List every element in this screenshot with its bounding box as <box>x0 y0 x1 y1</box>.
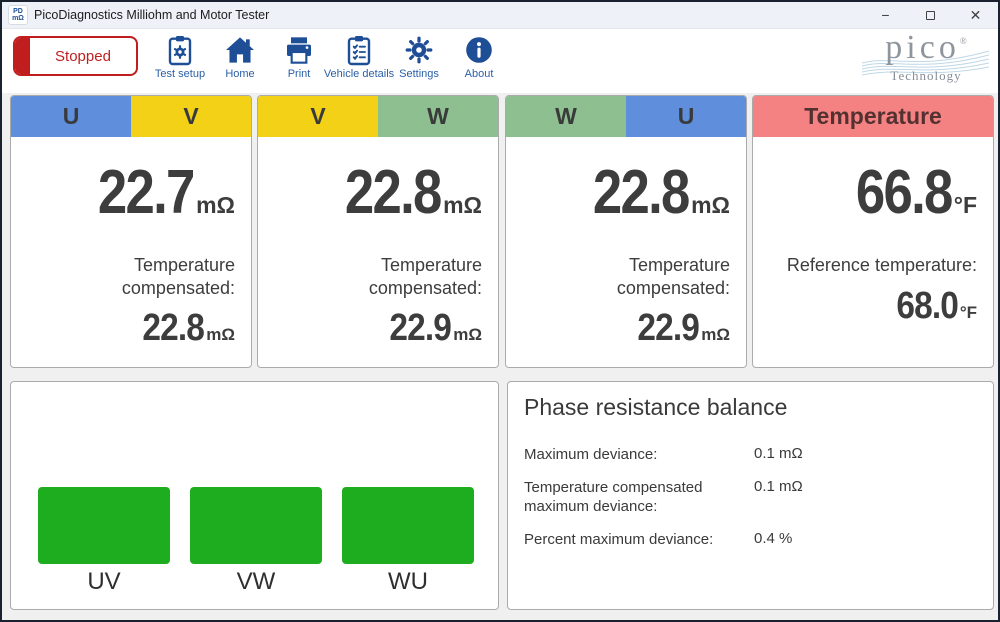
phase-label-v: V <box>258 96 378 137</box>
status-red-stripe <box>15 38 30 74</box>
panel-uv-body: 22.7mΩ Temperature compensated: 22.8 mΩ <box>11 157 251 350</box>
printer-icon <box>287 37 311 64</box>
app-icon-text-top: PD <box>13 8 23 15</box>
clipboard-gear-icon <box>168 36 192 66</box>
balance-row-max-deviance: Maximum deviance: 0.1 mΩ <box>524 445 977 465</box>
balance-row-comp-max-deviance: Temperature compensated maximum deviance… <box>524 478 977 517</box>
bar-wu <box>342 487 474 564</box>
uv-resistance-number: 22.7 <box>98 158 195 227</box>
toolbar-about-label: About <box>464 68 494 80</box>
measurement-panel-wu: W U 22.8mΩ Temperature compensated: 22.9… <box>505 95 747 368</box>
vw-resistance-value: 22.8mΩ <box>274 157 482 228</box>
wu-compensated-label: Temperature compensated: <box>616 255 730 298</box>
balance-row-value: 0.1 mΩ <box>754 445 803 462</box>
bar-label-wu: WU <box>388 568 428 595</box>
pico-technology-logo: pico® Technology <box>862 31 990 89</box>
wu-resistance-number: 22.8 <box>593 158 690 227</box>
temperature-header-label: Temperature <box>753 96 993 137</box>
temperature-number: 66.8 <box>855 158 953 227</box>
bar-uv <box>38 487 170 564</box>
uv-compensated-label: Temperature compensated: <box>121 255 235 298</box>
panel-uv-header: U V <box>11 96 251 137</box>
logo-sub: Technology <box>890 68 962 83</box>
phase-label-u: U <box>626 96 746 137</box>
app-icon-text-bottom: mΩ <box>12 15 24 22</box>
titlebar: PD mΩ PicoDiagnostics Milliohm and Motor… <box>2 2 998 29</box>
uv-compensated-value: 22.8 mΩ <box>27 307 235 350</box>
vw-compensated-value: 22.9 mΩ <box>274 307 482 350</box>
maximize-icon <box>926 10 935 20</box>
phase-label-v: V <box>131 96 251 137</box>
info-icon <box>466 37 492 63</box>
panel-wu-body: 22.8mΩ Temperature compensated: 22.9 mΩ <box>506 157 746 350</box>
temperature-value: 66.8°F <box>769 157 977 228</box>
registered-mark: ® <box>959 36 967 46</box>
bar-vw <box>190 487 322 564</box>
home-icon <box>226 37 254 63</box>
uv-resistance-unit: mΩ <box>196 192 235 218</box>
temperature-panel-body: 66.8°F Reference temperature: 68.0 °F <box>753 157 993 328</box>
window-controls: − ✕ <box>863 2 998 28</box>
stopped-status-button[interactable]: Stopped <box>13 36 138 76</box>
maximize-button[interactable] <box>908 2 953 28</box>
app-icon: PD mΩ <box>8 5 28 25</box>
wu-compensated-unit: mΩ <box>701 325 730 344</box>
temperature-panel-header: Temperature <box>753 96 993 137</box>
uv-resistance-value: 22.7mΩ <box>27 157 235 228</box>
bar-label-uv: UV <box>87 568 121 595</box>
gear-icon <box>405 36 433 64</box>
reference-temperature-label: Reference temperature: <box>786 255 977 275</box>
panel-vw-body: 22.8mΩ Temperature compensated: 22.9 mΩ <box>258 157 498 350</box>
vw-resistance-number: 22.8 <box>345 158 442 227</box>
balance-row-value: 0.4 % <box>754 529 793 547</box>
toolbar: Stopped Test setup Home Print Vehicle de… <box>2 29 998 93</box>
measurement-panel-vw: V W 22.8mΩ Temperature compensated: 22.9… <box>257 95 499 368</box>
temperature-panel: Temperature 66.8°F Reference temperature… <box>752 95 994 368</box>
reference-temperature-unit: °F <box>959 302 977 322</box>
balance-row-percent-max-deviance: Percent maximum deviance: 0.4 % <box>524 530 977 550</box>
bar-label-vw: VW <box>236 568 276 595</box>
minimize-button[interactable]: − <box>863 2 908 28</box>
vw-compensated-number: 22.9 <box>389 307 452 349</box>
phase-label-w: W <box>506 96 626 137</box>
panel-wu-header: W U <box>506 96 746 137</box>
app-window: PD mΩ PicoDiagnostics Milliohm and Motor… <box>0 0 1000 622</box>
measurement-panel-uv: U V 22.7mΩ Temperature compensated: 22.8… <box>10 95 252 368</box>
phase-label-w: W <box>378 96 498 137</box>
balance-row-value: 0.1 mΩ <box>754 477 803 495</box>
uv-compensated-number: 22.8 <box>142 307 205 349</box>
balance-row-label: Maximum deviance: <box>524 446 658 463</box>
temperature-unit: °F <box>953 192 977 218</box>
logo-brand: pico® <box>885 29 967 66</box>
balance-row-label: Temperature compensated maximum deviance… <box>524 478 703 516</box>
close-button[interactable]: ✕ <box>953 2 998 28</box>
wu-compensated-value: 22.9 mΩ <box>522 307 730 350</box>
vw-compensated-label: Temperature compensated: <box>368 255 482 298</box>
phase-balance-bar-chart: UV VW WU <box>10 381 499 610</box>
vw-resistance-unit: mΩ <box>443 192 482 218</box>
reference-temperature-number: 68.0 <box>896 284 958 327</box>
reference-temperature-value: 68.0 °F <box>769 285 977 328</box>
phase-label-u: U <box>11 96 131 137</box>
wu-resistance-unit: mΩ <box>691 192 730 218</box>
uv-compensated-unit: mΩ <box>206 325 235 344</box>
balance-title: Phase resistance balance <box>524 394 788 420</box>
wu-compensated-number: 22.9 <box>637 307 700 349</box>
wu-resistance-value: 22.8mΩ <box>522 157 730 228</box>
window-title: PicoDiagnostics Milliohm and Motor Teste… <box>34 8 270 22</box>
toolbar-about-button[interactable]: About <box>437 34 521 80</box>
vw-compensated-unit: mΩ <box>453 325 482 344</box>
balance-row-label: Percent maximum deviance: <box>524 530 714 548</box>
phase-resistance-balance-panel: Phase resistance balance Maximum devianc… <box>507 381 994 610</box>
panel-vw-header: V W <box>258 96 498 137</box>
clipboard-checklist-icon <box>347 36 371 66</box>
status-label: Stopped <box>55 47 111 65</box>
